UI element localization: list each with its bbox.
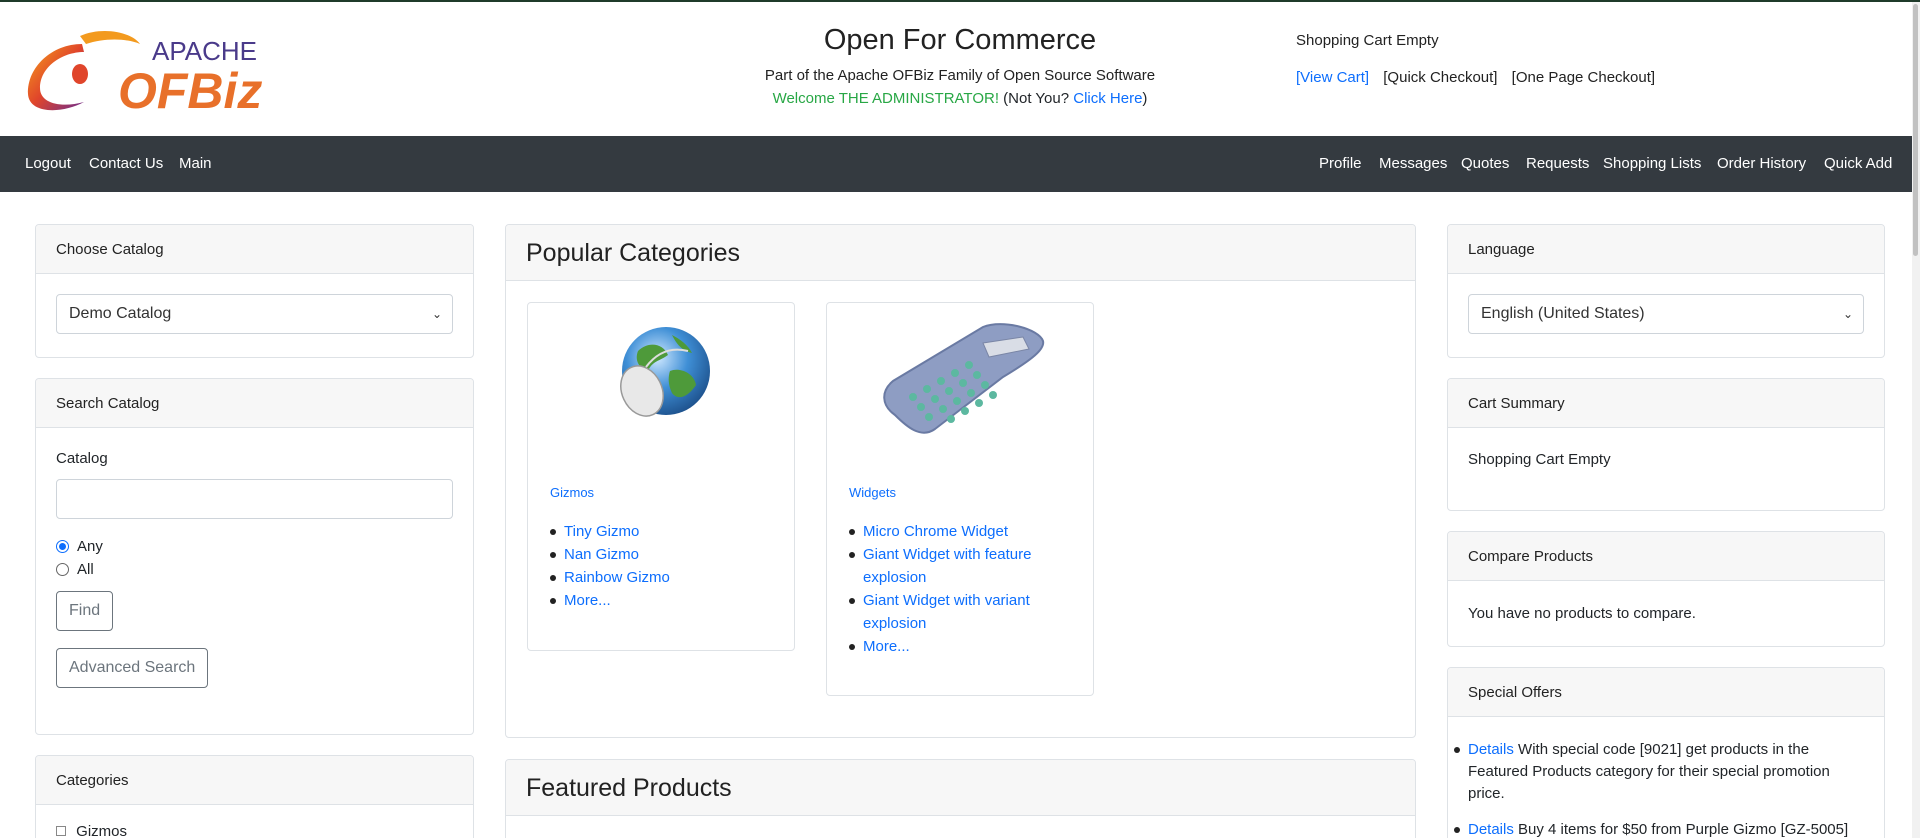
offer-text: Buy 4 items for $50 from Purple Gizmo [G… — [1518, 821, 1849, 838]
nav-shopping-lists[interactable]: Shopping Lists — [1603, 155, 1701, 172]
catalog-select-value: Demo Catalog — [69, 305, 172, 322]
radio-any-label: Any — [77, 538, 103, 555]
not-you-text: (Not You? — [1003, 90, 1070, 107]
language-card: Language English (United States) ⌄ — [1447, 224, 1885, 358]
category-gizmos[interactable]: Gizmos — [76, 823, 127, 838]
popular-categories-title: Popular Categories — [506, 225, 1415, 281]
product-link[interactable]: Tiny Gizmo — [550, 520, 670, 543]
catalog-select[interactable]: Demo Catalog ⌄ — [56, 294, 453, 334]
special-offers-card: Special Offers Details With special code… — [1447, 667, 1885, 838]
language-title: Language — [1448, 225, 1884, 274]
product-link[interactable]: Giant Widget with feature explosion — [849, 543, 1049, 589]
categories-title: Categories — [36, 756, 473, 805]
language-select[interactable]: English (United States) ⌄ — [1468, 294, 1864, 334]
scrollbar-thumb[interactable] — [1913, 4, 1918, 256]
gizmos-product-list: Tiny Gizmo Nan Gizmo Rainbow Gizmo More.… — [550, 520, 670, 612]
header-cart: Shopping Cart Empty [View Cart] [Quick C… — [1296, 32, 1665, 86]
page-scrollbar[interactable] — [1912, 2, 1920, 838]
offers-list: Details With special code [9021] get pro… — [1454, 739, 1864, 838]
compare-products-card: Compare Products You have no products to… — [1447, 531, 1885, 647]
special-offers-title: Special Offers — [1448, 668, 1884, 717]
click-here-link[interactable]: Click Here — [1073, 90, 1142, 107]
site-title: Open For Commerce — [823, 24, 1097, 56]
welcome-message: Welcome THE ADMINISTRATOR! (Not You? Cli… — [700, 90, 1220, 107]
logo-ofbiz-text: OFBiz — [118, 63, 262, 119]
nav-profile[interactable]: Profile — [1319, 155, 1362, 172]
radio-all-label: All — [77, 561, 94, 578]
category-widgets-link[interactable]: Widgets — [849, 485, 896, 500]
categories-card: Categories Gizmos — [35, 755, 474, 838]
logo-apache-text: APACHE — [152, 36, 257, 66]
product-link[interactable]: Rainbow Gizmo — [550, 566, 670, 589]
main-navbar: Logout Contact Us Main Profile Messages … — [0, 136, 1920, 192]
compare-products-title: Compare Products — [1448, 532, 1884, 581]
featured-products-title: Featured Products — [506, 760, 1415, 816]
nav-logout[interactable]: Logout — [25, 155, 71, 172]
radio-all-row[interactable]: All — [56, 558, 453, 581]
nav-order-history[interactable]: Order History — [1717, 155, 1806, 172]
view-cart-link[interactable]: [View Cart] — [1296, 69, 1369, 86]
cart-status: Shopping Cart Empty — [1296, 32, 1439, 49]
category-gizmos-link[interactable]: Gizmos — [550, 485, 594, 500]
calculator-icon[interactable] — [873, 319, 1049, 443]
header-center: Open For Commerce Part of the Apache OFB… — [700, 24, 1220, 107]
tree-expand-icon[interactable] — [56, 826, 66, 836]
product-link[interactable]: Nan Gizmo — [550, 543, 670, 566]
welcome-text: Welcome THE ADMINISTRATOR! — [772, 90, 999, 107]
category-card-widgets: Widgets Micro Chrome Widget Giant Widget… — [826, 302, 1094, 696]
close-paren: ) — [1142, 90, 1148, 107]
site-header: APACHE OFBiz Open For Commerce Part of t… — [0, 2, 1920, 136]
one-page-checkout-link[interactable]: [One Page Checkout] — [1512, 69, 1655, 86]
nav-contact-us[interactable]: Contact Us — [89, 155, 163, 172]
offer-details-link[interactable]: Details — [1468, 821, 1514, 838]
nav-quick-add[interactable]: Quick Add — [1824, 155, 1892, 172]
product-link[interactable]: Micro Chrome Widget — [849, 520, 1049, 543]
choose-catalog-title: Choose Catalog — [36, 225, 473, 274]
advanced-search-button[interactable]: Advanced Search — [56, 648, 209, 688]
widgets-product-list: Micro Chrome Widget Giant Widget with fe… — [849, 520, 1049, 658]
site-subtitle: Part of the Apache OFBiz Family of Open … — [764, 67, 1156, 84]
category-card-gizmos: Gizmos Tiny Gizmo Nan Gizmo Rainbow Gizm… — [527, 302, 795, 651]
search-catalog-title: Search Catalog — [36, 379, 473, 428]
chevron-down-icon: ⌄ — [1842, 307, 1853, 321]
chevron-down-icon: ⌄ — [431, 307, 442, 321]
find-button[interactable]: Find — [56, 591, 114, 631]
cart-summary-title: Cart Summary — [1448, 379, 1884, 428]
popular-categories-card: Popular Categories Gizmos Tiny Gizmo Nan… — [505, 224, 1416, 738]
ofbiz-logo[interactable]: APACHE OFBiz — [22, 22, 282, 122]
language-select-value: English (United States) — [1481, 305, 1645, 322]
radio-any[interactable] — [56, 540, 69, 553]
nav-requests[interactable]: Requests — [1526, 155, 1589, 172]
offer-details-link[interactable]: Details — [1468, 741, 1514, 758]
product-link[interactable]: Giant Widget with variant explosion — [849, 589, 1049, 635]
quick-checkout-link[interactable]: [Quick Checkout] — [1383, 69, 1497, 86]
catalog-field-label: Catalog — [56, 450, 108, 467]
nav-messages[interactable]: Messages — [1379, 155, 1447, 172]
offer-item: Details Buy 4 items for $50 from Purple … — [1454, 819, 1864, 838]
radio-any-row[interactable]: Any — [56, 535, 453, 558]
globe-mouse-icon[interactable] — [608, 321, 712, 425]
offer-item: Details With special code [9021] get pro… — [1454, 739, 1864, 805]
cart-summary-text: Shopping Cart Empty — [1468, 451, 1611, 468]
cart-summary-card: Cart Summary Shopping Cart Empty — [1447, 378, 1885, 511]
radio-all[interactable] — [56, 563, 69, 576]
choose-catalog-card: Choose Catalog Demo Catalog ⌄ — [35, 224, 474, 358]
compare-products-text: You have no products to compare. — [1468, 605, 1696, 622]
more-link[interactable]: More... — [550, 589, 670, 612]
more-link[interactable]: More... — [849, 635, 1049, 658]
nav-quotes[interactable]: Quotes — [1461, 155, 1509, 172]
offer-text: With special code [9021] get products in… — [1468, 741, 1830, 802]
featured-products-card: Featured Products — [505, 759, 1416, 838]
nav-main[interactable]: Main — [179, 155, 212, 172]
search-catalog-card: Search Catalog Catalog Any All Find Adva… — [35, 378, 474, 735]
catalog-search-input[interactable] — [56, 479, 453, 519]
